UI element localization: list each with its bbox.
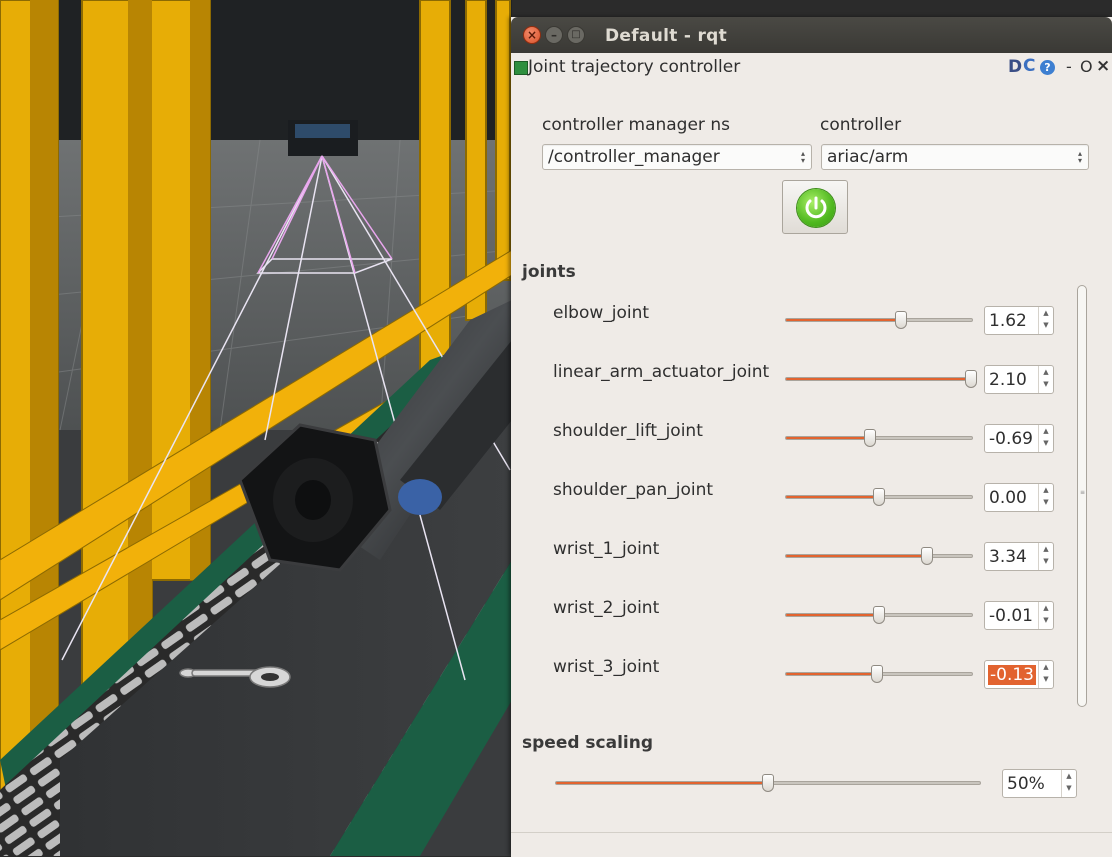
- joint-value-spinbox[interactable]: 2.10 ▲ ▼: [984, 365, 1054, 394]
- joint-slider-handle[interactable]: [863, 429, 876, 447]
- window-minimize-button[interactable]: –: [545, 26, 563, 44]
- joint-slider-handle[interactable]: [921, 547, 934, 565]
- controller-manager-ns-value: /controller_manager: [548, 147, 720, 167]
- joint-slider[interactable]: [785, 547, 973, 565]
- joint-value-spinbox[interactable]: 3.34 ▲ ▼: [984, 542, 1054, 571]
- joint-slider-fill: [786, 614, 879, 616]
- controller-power-button[interactable]: [782, 180, 848, 234]
- joint-label: shoulder_pan_joint: [553, 480, 714, 500]
- joint-value-spinbox[interactable]: 0.00 ▲ ▼: [984, 483, 1054, 512]
- combo-arrows-icon: ▴ ▾: [800, 149, 805, 165]
- speed-scaling-header: speed scaling: [522, 733, 654, 753]
- joint-value: -0.69: [989, 429, 1033, 449]
- plugin-d-icon[interactable]: D: [1008, 57, 1022, 77]
- spin-arrows-icon[interactable]: ▲ ▼: [1038, 307, 1053, 334]
- scrollbar-grip-icon: ≡: [1080, 489, 1086, 496]
- spin-arrows-icon[interactable]: ▲ ▼: [1038, 543, 1053, 570]
- window-maximize-button[interactable]: □: [567, 26, 585, 44]
- joint-value: -0.13: [988, 665, 1036, 685]
- joint-slider[interactable]: [785, 665, 973, 683]
- joint-slider-fill: [786, 673, 878, 675]
- joint-label: shoulder_lift_joint: [553, 421, 703, 441]
- joint-slider-fill: [786, 378, 972, 380]
- plugin-close-button[interactable]: ×: [1096, 56, 1110, 76]
- plugin-title: Joint trajectory controller: [528, 57, 741, 77]
- power-icon: [797, 189, 835, 227]
- plugin-dash-button[interactable]: -: [1066, 57, 1072, 76]
- speed-scaling-slider[interactable]: [555, 774, 981, 792]
- controller-label: controller: [820, 115, 902, 135]
- speed-scaling-value: 50%: [1007, 774, 1045, 794]
- status-bar: [511, 832, 1112, 857]
- controller-manager-ns-label: controller manager ns: [542, 115, 730, 135]
- spin-arrows-icon[interactable]: ▲ ▼: [1038, 602, 1053, 629]
- joint-value-spinbox[interactable]: -0.69 ▲ ▼: [984, 424, 1054, 453]
- joint-slider-fill: [786, 319, 902, 321]
- joint-slider-handle[interactable]: [965, 370, 978, 388]
- joint-value: 1.62: [989, 311, 1027, 331]
- plugin-header: Joint trajectory controller D C ? - O ×: [511, 53, 1112, 83]
- joint-value-spinbox[interactable]: -0.01 ▲ ▼: [984, 601, 1054, 630]
- joint-slider-handle[interactable]: [871, 665, 884, 683]
- joints-scrollbar[interactable]: ≡: [1077, 285, 1087, 707]
- joint-value: 0.00: [989, 488, 1027, 508]
- spin-arrows-icon[interactable]: ▲ ▼: [1038, 661, 1053, 688]
- joint-slider-fill: [786, 496, 879, 498]
- window-close-button[interactable]: ×: [523, 26, 541, 44]
- joint-label: elbow_joint: [553, 303, 650, 323]
- spin-arrows-icon[interactable]: ▲ ▼: [1038, 484, 1053, 511]
- joint-label: wrist_1_joint: [553, 539, 660, 559]
- joint-slider[interactable]: [785, 429, 973, 447]
- controller-value: ariac/arm: [827, 147, 909, 167]
- joint-slider-handle[interactable]: [873, 488, 885, 506]
- joint-value-spinbox[interactable]: -0.13 ▲ ▼: [984, 660, 1054, 689]
- controller-select[interactable]: ariac/arm ▴ ▾: [821, 144, 1089, 170]
- joints-header: joints: [522, 262, 576, 282]
- joint-value: -0.01: [989, 606, 1033, 626]
- joint-slider[interactable]: [785, 311, 973, 329]
- speed-scaling-handle[interactable]: [762, 774, 774, 792]
- combo-arrows-icon: ▴ ▾: [1077, 149, 1082, 165]
- rqt-window: × – □ Default - rqt Joint trajectory con…: [511, 17, 1112, 857]
- window-titlebar[interactable]: × – □ Default - rqt: [511, 17, 1112, 53]
- joint-slider-fill: [786, 555, 928, 557]
- spin-arrows-icon[interactable]: ▲ ▼: [1038, 366, 1053, 393]
- spin-arrows-icon[interactable]: ▲ ▼: [1038, 425, 1053, 452]
- speed-scaling-fill: [556, 782, 768, 784]
- speed-scaling-spinbox[interactable]: 50% ▲ ▼: [1002, 769, 1077, 798]
- joint-slider-handle[interactable]: [873, 606, 885, 624]
- joint-label: wrist_2_joint: [553, 598, 660, 618]
- window-title: Default - rqt: [605, 26, 728, 46]
- joint-slider-fill: [786, 437, 870, 439]
- joint-slider[interactable]: [785, 606, 973, 624]
- plugin-undock-button[interactable]: O: [1080, 57, 1093, 76]
- reload-icon[interactable]: C: [1023, 56, 1035, 76]
- joint-label: wrist_3_joint: [553, 657, 660, 677]
- spin-arrows-icon[interactable]: ▲ ▼: [1061, 770, 1076, 797]
- joint-label: linear_arm_actuator_joint: [553, 362, 770, 382]
- controller-manager-ns-select[interactable]: /controller_manager ▴ ▾: [542, 144, 812, 170]
- plugin-icon: [514, 61, 528, 75]
- joint-value: 2.10: [989, 370, 1027, 390]
- joint-slider[interactable]: [785, 370, 978, 388]
- joint-value-spinbox[interactable]: 1.62 ▲ ▼: [984, 306, 1054, 335]
- help-icon[interactable]: ?: [1040, 60, 1055, 75]
- joint-value: 3.34: [989, 547, 1027, 567]
- joint-slider[interactable]: [785, 488, 973, 506]
- joint-slider-handle[interactable]: [895, 311, 908, 329]
